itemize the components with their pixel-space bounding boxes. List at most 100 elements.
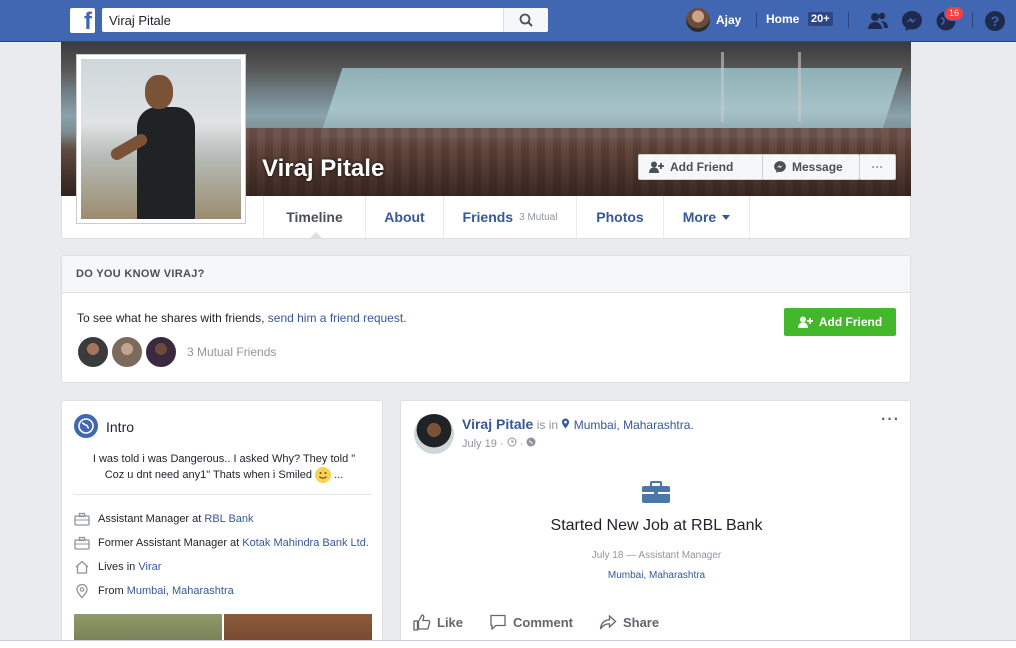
divider <box>972 12 973 28</box>
post-meta: July 19 · · <box>462 437 536 450</box>
avatar <box>686 8 710 32</box>
chevron-down-icon <box>722 214 731 220</box>
clock-icon <box>507 437 517 447</box>
do-you-know-text: To see what he shares with friends, send… <box>77 311 407 325</box>
share-label: Share <box>622 614 660 630</box>
mutual-friends-row[interactable]: 3 Mutual Friends <box>77 336 276 368</box>
more-options-button[interactable]: ··· <box>859 154 896 180</box>
home-link[interactable]: Home <box>766 12 799 26</box>
life-event-location[interactable]: Mumbai, Maharashtra <box>401 570 910 581</box>
intro-item-text: Former Assistant Manager at <box>98 537 240 549</box>
add-friend-icon <box>797 316 813 328</box>
tab-about[interactable]: About <box>365 196 443 238</box>
comment-button[interactable]: Comment <box>489 613 573 631</box>
add-friend-green-button[interactable]: Add Friend <box>784 308 896 336</box>
mutual-friend-avatar[interactable] <box>77 336 109 368</box>
intro-item-link[interactable]: Virar <box>138 561 161 573</box>
post-is-in: is in <box>536 418 559 432</box>
do-you-know-heading: DO YOU KNOW VIRAJ? <box>62 256 910 293</box>
tab-friends[interactable]: Friends 3 Mutual <box>443 196 576 238</box>
bottom-ticker-strip <box>0 640 1016 648</box>
tab-timeline[interactable]: Timeline <box>263 196 365 239</box>
tab-label: Friends <box>462 209 514 225</box>
intro-item-from: From Mumbai, Maharashtra <box>74 584 234 598</box>
profile-picture[interactable] <box>76 54 246 224</box>
post-meta-separator: · <box>499 438 504 450</box>
home-icon <box>75 560 89 574</box>
intro-item-work: Assistant Manager at RBL Bank <box>74 512 254 526</box>
intro-item-lives-in: Lives in Virar <box>74 560 161 574</box>
search-button[interactable] <box>503 8 548 32</box>
help-icon[interactable]: ? <box>983 9 1007 33</box>
notification-count-badge: 16 <box>944 6 965 21</box>
briefcase-icon <box>74 512 90 526</box>
intro-item-text: Lives in <box>98 561 136 573</box>
mutual-friends-count[interactable]: 3 Mutual Friends <box>187 345 276 359</box>
share-icon <box>599 614 617 630</box>
intro-item-link[interactable]: Mumbai, Maharashtra <box>127 585 234 597</box>
more-options-label: ··· <box>871 160 884 174</box>
comment-label: Comment <box>513 614 573 630</box>
divider <box>74 494 372 495</box>
briefcase-icon <box>74 536 90 550</box>
smile-emoji-icon <box>315 467 332 484</box>
public-globe-icon[interactable] <box>526 437 536 447</box>
intro-item-link[interactable]: RBL Bank <box>204 513 253 525</box>
add-friend-green-label: Add Friend <box>818 315 883 329</box>
do-you-know-card: DO YOU KNOW VIRAJ? To see what he shares… <box>61 255 911 383</box>
post-author-name[interactable]: Viraj Pitale <box>462 416 533 432</box>
tab-label: More <box>682 209 717 225</box>
tab-label: Photos <box>596 209 644 225</box>
user-name: Ajay <box>716 13 742 27</box>
svg-text:?: ? <box>991 13 1000 29</box>
divider <box>756 12 757 28</box>
profile-figure-head <box>145 75 173 109</box>
cover-railing <box>721 52 801 122</box>
add-friend-icon <box>649 161 664 173</box>
mutual-friend-avatar[interactable] <box>111 336 143 368</box>
post-author-avatar[interactable] <box>414 414 454 454</box>
tab-friends-mutual-count: 3 Mutual <box>519 211 558 223</box>
search-icon <box>519 13 533 27</box>
tab-photos[interactable]: Photos <box>576 196 663 238</box>
post-options-button[interactable]: ··· <box>881 411 900 429</box>
thumbs-up-icon <box>413 614 431 631</box>
intro-item-link[interactable]: Kotak Mahindra Bank Ltd. <box>242 537 369 549</box>
intro-item-text: Assistant Manager at <box>98 513 202 525</box>
messenger-icon <box>774 161 786 173</box>
send-friend-request-link[interactable]: send him a friend request. <box>268 311 407 325</box>
add-friend-button[interactable]: Add Friend <box>638 154 776 180</box>
home-count-badge: 20+ <box>808 12 833 26</box>
do-you-know-prefix: To see what he shares with friends, <box>77 311 265 325</box>
divider <box>848 12 849 28</box>
facebook-logo-icon[interactable]: f <box>70 8 95 33</box>
friend-requests-icon[interactable] <box>866 9 890 33</box>
location-pin-icon <box>76 584 88 598</box>
like-label: Like <box>437 614 464 630</box>
tab-more[interactable]: More <box>663 196 750 238</box>
profile-name: Viraj Pitale <box>262 155 385 182</box>
post-meta-separator: · <box>519 438 524 450</box>
life-event-title: Started New Job at RBL Bank <box>550 517 763 534</box>
profile-picture-image <box>81 59 241 219</box>
search-input[interactable] <box>102 8 502 32</box>
briefcase-icon <box>642 481 670 503</box>
message-button[interactable]: Message <box>762 154 860 180</box>
post-date[interactable]: July 19 <box>462 438 497 450</box>
intro-bio-suffix: ... <box>334 469 344 481</box>
post-actions: Like Comment Share <box>413 613 900 631</box>
life-event-subtitle: July 18 — Assistant Manager <box>591 550 722 561</box>
share-button[interactable]: Share <box>599 613 659 631</box>
search-box <box>102 8 548 32</box>
timeline-post: Viraj Pitale is in Mumbai, Maharashtra. … <box>400 400 911 648</box>
intro-item-former-work: Former Assistant Manager at Kotak Mahind… <box>74 536 369 550</box>
like-button[interactable]: Like <box>413 613 463 631</box>
location-pin-icon <box>562 418 570 429</box>
message-label: Message <box>792 160 843 174</box>
comment-icon <box>490 614 506 631</box>
post-location-link[interactable]: Mumbai, Maharashtra. <box>574 418 694 432</box>
messenger-icon[interactable] <box>900 9 924 33</box>
intro-card: Intro I was told i was Dangerous.. I ask… <box>61 400 383 648</box>
mutual-friend-avatar[interactable] <box>145 336 177 368</box>
profile-shortcut[interactable]: Ajay <box>686 7 741 33</box>
